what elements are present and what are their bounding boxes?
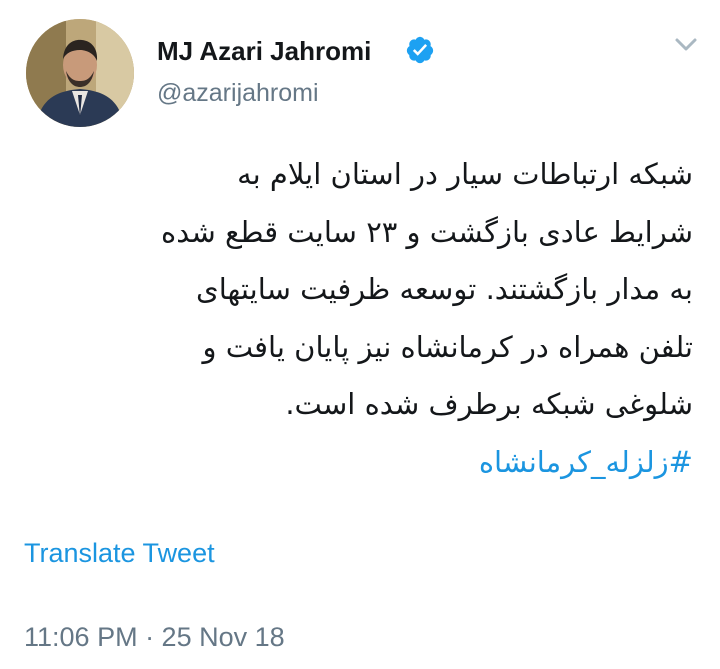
tweet-text-line: تلفن همراه در کرمانشاه نیز پایان یافت و — [202, 329, 693, 364]
tweet-text-line: شبکه ارتباطات سیار در استان ایلام به — [237, 157, 693, 191]
display-name[interactable]: MJ Azari Jahromi — [157, 36, 371, 67]
tweet-text-line: شرایط عادی بازگشت و ۲۳ سایت قطع شده — [161, 214, 693, 249]
chevron-down-icon[interactable] — [672, 34, 700, 56]
user-handle[interactable]: @azarijahromi — [157, 79, 319, 108]
tweet-text: شبکه ارتباطات سیار در استان ایلام به شرا… — [25, 146, 693, 491]
translate-tweet-link[interactable]: Translate Tweet — [24, 538, 215, 569]
tweet-card: MJ Azari Jahromi @azarijahromi شبکه ارتب… — [0, 0, 720, 669]
tweet-text-line: شلوغی شبکه برطرف شده است. — [285, 387, 693, 421]
avatar[interactable] — [26, 19, 134, 127]
hashtag-link[interactable]: #زلزله_کرمانشاه — [479, 445, 693, 479]
avatar-image — [26, 19, 134, 127]
tweet-text-line: به مدار بازگشتند. توسعه ظرفیت سایتهای — [196, 272, 693, 306]
tweet-timestamp[interactable]: 11:06 PM · 25 Nov 18 — [24, 622, 285, 653]
verified-badge-icon — [406, 36, 434, 64]
